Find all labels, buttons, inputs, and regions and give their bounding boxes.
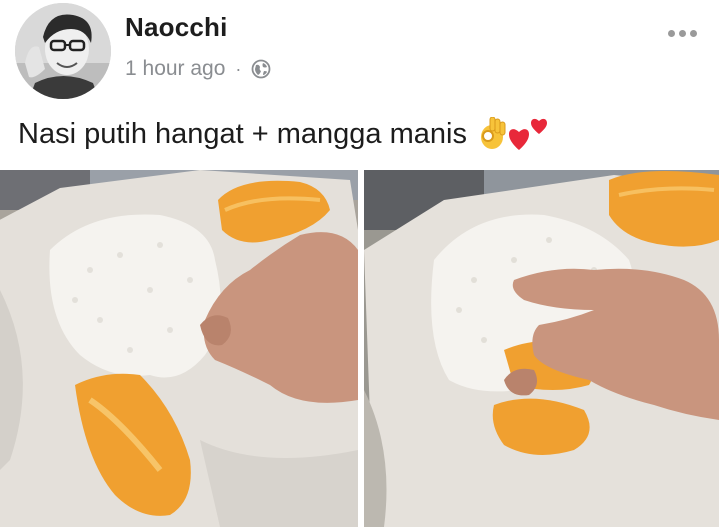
hearts-emoji: [508, 118, 547, 150]
more-dot: [668, 30, 675, 37]
meta-separator: ·: [235, 58, 242, 79]
post-caption: Nasi putih hangat + mangga manis: [18, 116, 549, 152]
caption-text: Nasi putih hangat + mangga manis: [18, 117, 467, 150]
ok-hand-emoji: [480, 117, 506, 149]
more-dot: [679, 30, 686, 37]
post-meta: 1 hour ago ·: [125, 54, 271, 84]
avatar[interactable]: [15, 3, 111, 99]
post-timestamp[interactable]: 1 hour ago: [125, 57, 225, 81]
feed-post: Naocchi 1 hour ago · Nasi putih hangat +…: [0, 0, 719, 527]
caption-emojis: [477, 116, 549, 152]
more-dot: [690, 30, 697, 37]
rice-and-mango-photo-2[interactable]: [364, 170, 719, 527]
globe-icon[interactable]: [251, 59, 271, 79]
more-options-icon[interactable]: [666, 24, 699, 43]
author-name[interactable]: Naocchi: [125, 12, 228, 43]
rice-and-mango-photo-1[interactable]: [0, 170, 358, 527]
